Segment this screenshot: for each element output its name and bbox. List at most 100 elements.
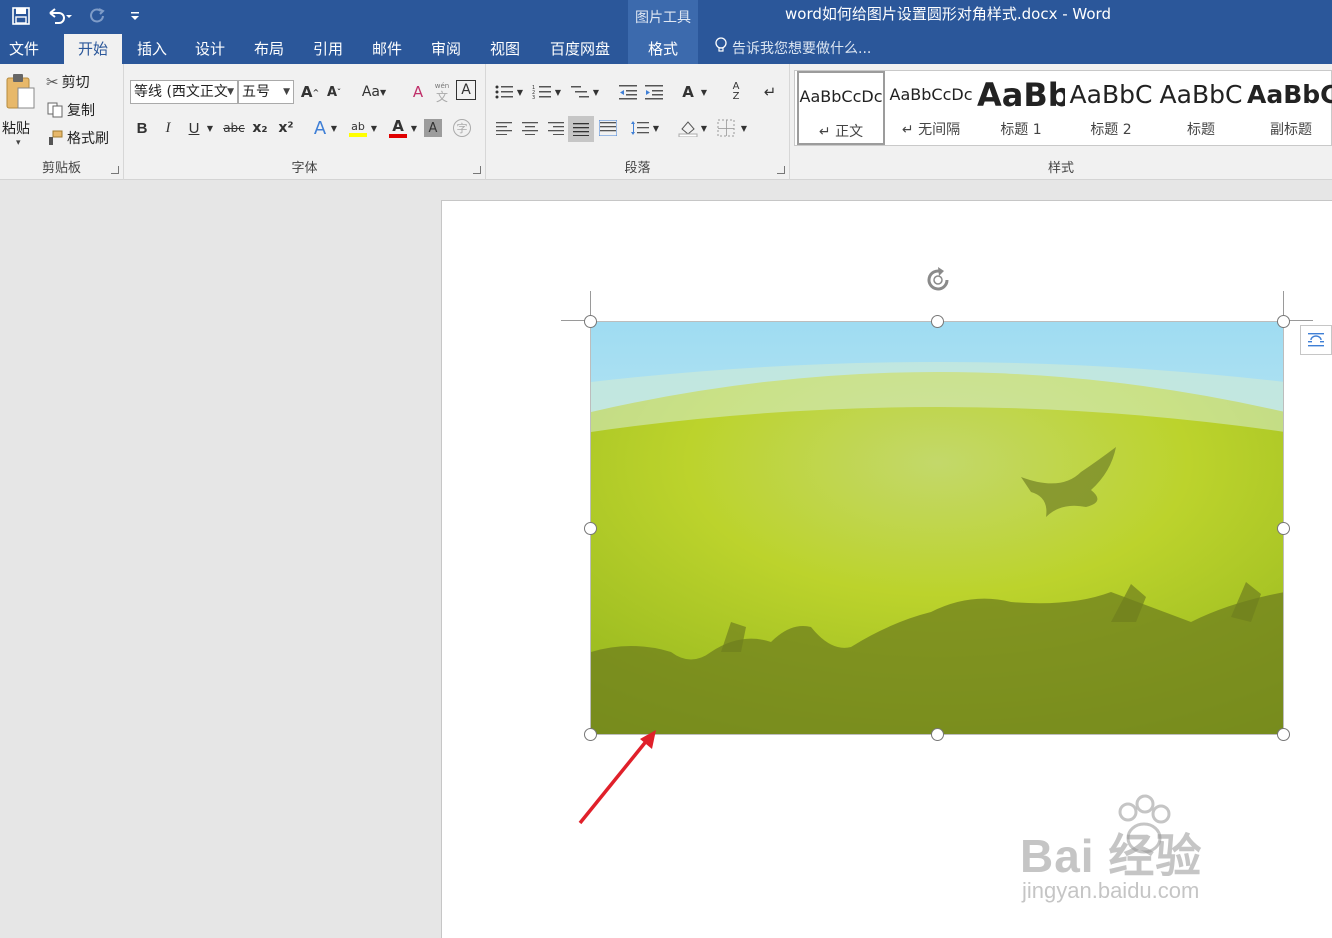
copy-label: 复制 xyxy=(67,103,95,119)
chevron-down-icon[interactable]: ▼ xyxy=(328,116,340,140)
tab-view[interactable]: 视图 xyxy=(479,34,531,64)
save-icon[interactable] xyxy=(8,4,34,28)
chevron-down-icon[interactable]: ▼ xyxy=(204,116,216,140)
chevron-down-icon[interactable]: ▼ xyxy=(552,80,564,104)
svg-text:3: 3 xyxy=(532,95,535,100)
tell-me-text: 告诉我您想要做什么... xyxy=(732,41,872,57)
style-title-name: 标题 xyxy=(1187,122,1215,138)
tab-layout[interactable]: 布局 xyxy=(243,34,295,64)
chevron-down-icon[interactable]: ▼ xyxy=(408,116,420,140)
chevron-down-icon[interactable]: ▼ xyxy=(650,116,662,140)
distributed-icon[interactable] xyxy=(596,116,620,140)
tab-file[interactable]: 文件 xyxy=(0,34,48,64)
tab-references[interactable]: 引用 xyxy=(302,34,354,64)
font-name-value: 等线 (西文正文 xyxy=(134,84,228,100)
shrink-font-icon[interactable]: Aˇ xyxy=(322,80,346,104)
italic-button[interactable]: I xyxy=(156,116,180,140)
align-left-icon[interactable] xyxy=(492,116,516,140)
format-painter-button[interactable]: 格式刷 xyxy=(46,126,109,150)
chevron-down-icon[interactable]: ▼ xyxy=(698,80,710,104)
style-title[interactable]: AaBbC 标题 xyxy=(1157,71,1245,145)
style-heading-1-name: 标题 1 xyxy=(1000,122,1042,138)
tab-review[interactable]: 审阅 xyxy=(420,34,472,64)
paste-button[interactable]: 粘贴 ▾ xyxy=(2,70,38,156)
character-border-icon[interactable]: A xyxy=(456,80,476,100)
style-heading-1[interactable]: AaBb 标题 1 xyxy=(977,71,1065,145)
strikethrough-button[interactable]: abc xyxy=(220,116,248,140)
tab-design[interactable]: 设计 xyxy=(184,34,236,64)
bold-button[interactable]: B xyxy=(130,116,154,140)
layout-options-icon xyxy=(1308,333,1324,347)
resize-handle-right[interactable] xyxy=(1277,522,1290,535)
chevron-down-icon[interactable]: ▼ xyxy=(738,116,750,140)
clear-formatting-icon[interactable]: A xyxy=(406,80,430,104)
paste-label: 粘贴 xyxy=(2,121,30,137)
font-launcher-icon[interactable] xyxy=(473,166,481,174)
align-center-icon[interactable] xyxy=(518,116,542,140)
resize-handle-bottom[interactable] xyxy=(931,728,944,741)
style-normal[interactable]: AaBbCcDc ↵ 正文 xyxy=(797,71,885,145)
change-case-button[interactable]: Aa ▼ xyxy=(356,80,392,104)
selected-picture[interactable] xyxy=(590,321,1284,735)
numbering-icon[interactable]: 123 xyxy=(530,80,554,104)
multilevel-list-icon[interactable] xyxy=(568,80,592,104)
chevron-down-icon[interactable]: ▼ xyxy=(514,80,526,104)
tab-mailings[interactable]: 邮件 xyxy=(361,34,413,64)
rotate-handle-icon[interactable] xyxy=(922,264,954,296)
redo-icon[interactable] xyxy=(84,4,110,28)
undo-icon[interactable] xyxy=(46,4,72,28)
cut-button[interactable]: ✂ 剪切 xyxy=(46,70,90,94)
chinese-layout-icon[interactable]: A xyxy=(676,80,700,104)
watermark-main: Bai 经验 xyxy=(1020,830,1203,882)
bullets-icon[interactable] xyxy=(492,80,516,104)
tell-me-box[interactable]: 告诉我您想要做什么... xyxy=(714,34,871,64)
line-spacing-icon[interactable] xyxy=(628,116,652,140)
resize-handle-top[interactable] xyxy=(931,315,944,328)
sort-icon[interactable]: AZ xyxy=(724,80,748,104)
superscript-button[interactable]: x² xyxy=(274,116,298,140)
ribbon: 粘贴 ▾ ✂ 剪切 复制 格式刷 剪贴板 等线 (西文正文 ▼ 五号 ▼ A ^ Aˇ… xyxy=(0,64,1332,180)
style-no-spacing[interactable]: AaBbCcDc ↵ 无间隔 xyxy=(887,71,975,145)
borders-icon[interactable] xyxy=(714,116,738,140)
resize-handle-top-right[interactable] xyxy=(1277,315,1290,328)
style-heading-2[interactable]: AaBbC 标题 2 xyxy=(1067,71,1155,145)
clipboard-group-label: 剪贴板 xyxy=(41,161,81,176)
align-right-icon[interactable] xyxy=(544,116,568,140)
tab-format[interactable]: 格式 xyxy=(628,34,698,64)
show-marks-icon[interactable]: ↵ xyxy=(758,80,782,104)
tab-insert[interactable]: 插入 xyxy=(126,34,178,64)
style-subtitle-preview: AaBbC xyxy=(1247,80,1332,109)
chevron-down-icon[interactable]: ▼ xyxy=(368,116,380,140)
layout-options-button[interactable] xyxy=(1300,325,1332,355)
style-subtitle-name: 副标题 xyxy=(1270,122,1312,138)
copy-button[interactable]: 复制 xyxy=(46,98,95,122)
decrease-indent-icon[interactable] xyxy=(616,80,640,104)
chevron-down-icon[interactable]: ▼ xyxy=(698,116,710,140)
grow-font-icon[interactable]: A ^ xyxy=(298,80,322,104)
highlight-color-icon[interactable]: ab xyxy=(346,116,370,140)
style-subtitle[interactable]: AaBbC 副标题 xyxy=(1247,71,1332,145)
cut-label: 剪切 xyxy=(61,75,90,91)
increase-indent-icon[interactable] xyxy=(642,80,666,104)
subscript-button[interactable]: x₂ xyxy=(248,116,272,140)
chevron-down-icon[interactable]: ▼ xyxy=(590,80,602,104)
character-shading-icon[interactable]: A xyxy=(424,119,442,137)
font-name-combo[interactable]: 等线 (西文正文 ▼ xyxy=(130,80,238,104)
annotation-arrow xyxy=(570,725,670,839)
font-size-combo[interactable]: 五号 ▼ xyxy=(238,80,294,104)
underline-button[interactable]: U xyxy=(182,116,206,140)
paragraph-launcher-icon[interactable] xyxy=(777,166,785,174)
enclose-characters-icon[interactable]: 字 xyxy=(450,116,474,140)
tab-home[interactable]: 开始 xyxy=(64,34,122,64)
phonetic-guide-icon[interactable]: wén 文 xyxy=(430,80,454,104)
justify-icon[interactable] xyxy=(568,116,594,142)
resize-handle-top-left[interactable] xyxy=(584,315,597,328)
clipboard-launcher-icon[interactable] xyxy=(111,166,119,174)
shading-icon[interactable] xyxy=(676,116,700,140)
resize-handle-left[interactable] xyxy=(584,522,597,535)
customize-icon[interactable] xyxy=(122,4,148,28)
tab-baidu-netdisk[interactable]: 百度网盘 xyxy=(538,34,622,64)
styles-group: AaBbCcDc ↵ 正文 AaBbCcDc ↵ 无间隔 AaBb 标题 1 AaBb… xyxy=(790,64,1332,180)
font-color-icon[interactable]: A xyxy=(386,116,410,140)
resize-handle-bottom-right[interactable] xyxy=(1277,728,1290,741)
